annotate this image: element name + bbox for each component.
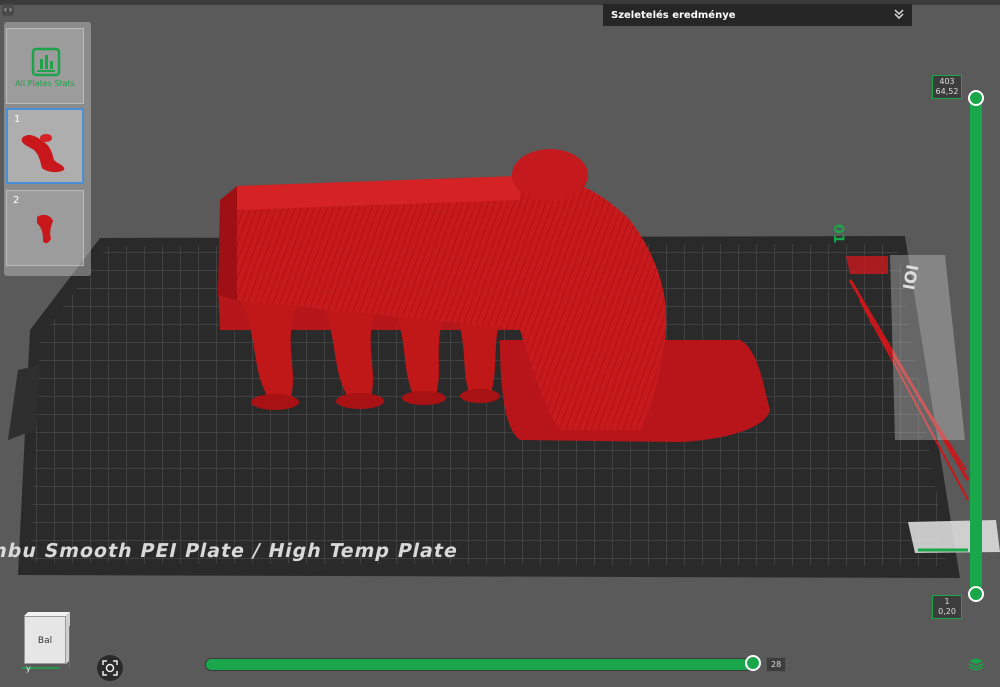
top-layer-label: 403 64,52 [932, 75, 962, 99]
plate-label: Bambu Smooth PEI Plate / High Temp Plate [0, 539, 461, 562]
recenter-icon [102, 660, 118, 676]
chevron-double-down-icon[interactable] [894, 8, 904, 22]
bottom-layer-label: 1 0,20 [932, 595, 962, 619]
bottom-layer-height: 0,20 [938, 607, 956, 616]
bottom-layer-number: 1 [944, 597, 950, 606]
plate-thumbnail-1[interactable]: 1 [6, 108, 84, 184]
all-plates-stats-button[interactable]: All Plates Stats [6, 28, 84, 104]
stats-chart-icon [31, 47, 61, 77]
move-slider-track[interactable] [205, 658, 757, 671]
layer-slider-bottom-handle[interactable] [968, 586, 984, 602]
move-slider-value: 28 [766, 657, 787, 672]
view-cube[interactable]: Bal y [20, 612, 70, 674]
axis-y-label: y [26, 664, 31, 673]
slicing-result-panel[interactable]: Szeletelés eredménye [603, 4, 912, 26]
slicing-result-title: Szeletelés eredménye [611, 9, 736, 21]
layer-slider-top-handle[interactable] [968, 90, 984, 106]
3d-viewport[interactable]: 01 IOI Bambu Smooth PEI Plate / High Tem… [0, 0, 1000, 687]
plate-1-preview [21, 134, 65, 173]
top-layer-height: 64,52 [935, 87, 959, 96]
plate-number: 01 [830, 224, 846, 243]
view-cube-face[interactable]: Bal [24, 616, 66, 664]
plate-list: All Plates Stats 1 2 [4, 22, 91, 276]
center-view-button[interactable] [97, 655, 123, 681]
top-layer-number: 403 [939, 77, 955, 86]
collapse-sidebar-button[interactable]: ‹› [2, 4, 14, 16]
plate-thumbnail-2[interactable]: 2 [6, 190, 84, 266]
plate-2-preview [37, 214, 53, 244]
move-slider-handle[interactable] [745, 655, 761, 671]
layer-slider-track[interactable] [970, 97, 982, 594]
layers-icon[interactable] [968, 656, 984, 672]
all-plates-stats-label: All Plates Stats [15, 79, 75, 88]
